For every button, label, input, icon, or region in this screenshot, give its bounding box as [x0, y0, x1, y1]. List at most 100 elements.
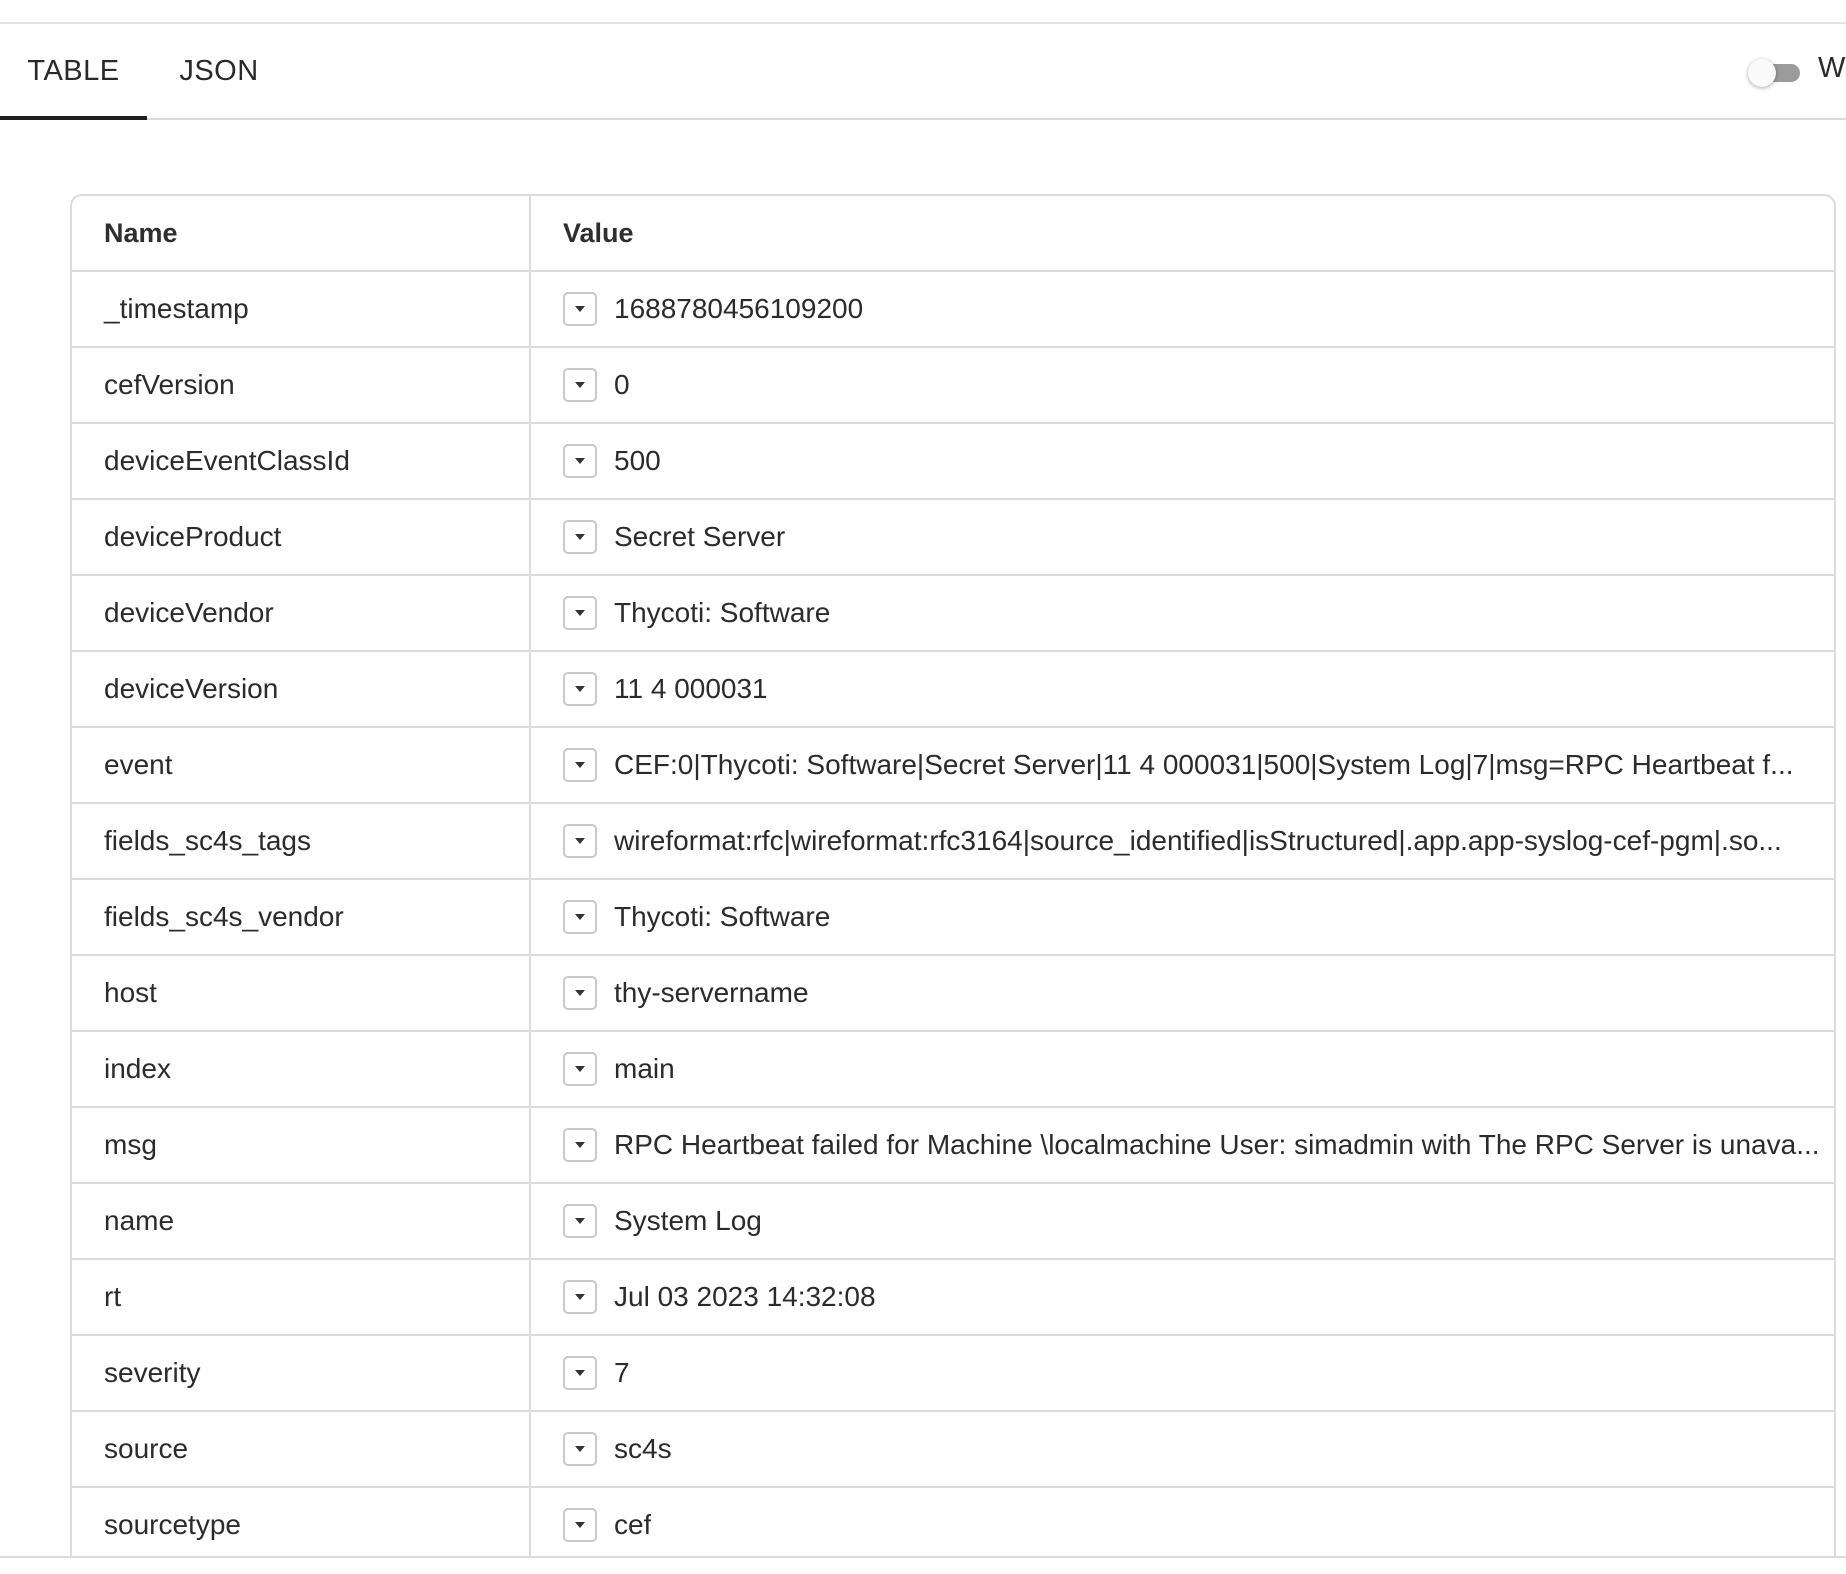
field-name: severity [72, 1335, 531, 1412]
view-tab-bar: TABLE JSON [0, 24, 1846, 120]
caret-down-icon [575, 914, 585, 920]
field-name: host [72, 955, 531, 1032]
field-actions-dropdown-button[interactable] [563, 824, 597, 858]
field-value-cell: 1688780456109200 [530, 271, 1834, 348]
field-actions-dropdown-button[interactable] [563, 1356, 597, 1390]
field-name: fields_sc4s_vendor [72, 879, 531, 956]
wrap-toggle-switch[interactable] [1748, 59, 1800, 87]
field-value-wrapper: 0 [563, 368, 1834, 402]
field-value-cell: main [530, 1031, 1834, 1108]
field-value-wrapper: thy-servername [563, 976, 1834, 1010]
table-row: deviceVendor Thycoti: Software [72, 575, 1834, 652]
table-row: deviceProduct Secret Server [72, 499, 1834, 576]
column-header-value: Value [530, 196, 1834, 272]
tab-table[interactable]: TABLE [0, 24, 147, 120]
field-value: thy-servername [614, 977, 809, 1008]
field-value-wrapper: sc4s [563, 1432, 1834, 1466]
field-actions-dropdown-button[interactable] [563, 596, 597, 630]
field-name: sourcetype [72, 1487, 531, 1558]
field-value: 500 [614, 445, 661, 476]
field-actions-dropdown-button[interactable] [563, 1052, 597, 1086]
field-actions-dropdown-button[interactable] [563, 1508, 597, 1542]
field-value: Thycoti: Software [614, 901, 831, 932]
field-value: main [614, 1053, 675, 1084]
field-value-cell: Thycoti: Software [530, 879, 1834, 956]
caret-down-icon [575, 1446, 585, 1452]
toggle-knob [1748, 59, 1776, 87]
field-value-wrapper: CEF:0|Thycoti: Software|Secret Server|11… [563, 748, 1834, 782]
field-value-cell: 7 [530, 1335, 1834, 1412]
field-value: 7 [614, 1357, 630, 1388]
field-name: msg [72, 1107, 531, 1184]
field-name: index [72, 1031, 531, 1108]
caret-down-icon [575, 534, 585, 540]
field-value-cell: CEF:0|Thycoti: Software|Secret Server|11… [530, 727, 1834, 804]
field-value: wireformat:rfc|wireformat:rfc3164|source… [614, 825, 1782, 856]
caret-down-icon [575, 1218, 585, 1224]
field-value-cell: System Log [530, 1183, 1834, 1260]
field-name: fields_sc4s_tags [72, 803, 531, 880]
field-value-wrapper: main [563, 1052, 1834, 1086]
field-actions-dropdown-button[interactable] [563, 1280, 597, 1314]
tab-json[interactable]: JSON [160, 24, 278, 118]
field-actions-dropdown-button[interactable] [563, 976, 597, 1010]
table-row: sourcetype cef [72, 1487, 1834, 1558]
field-value-cell: thy-servername [530, 955, 1834, 1032]
field-actions-dropdown-button[interactable] [563, 900, 597, 934]
field-value-cell: 500 [530, 423, 1834, 500]
field-actions-dropdown-button[interactable] [563, 1128, 597, 1162]
field-value-wrapper: 7 [563, 1356, 1834, 1390]
caret-down-icon [575, 762, 585, 768]
field-value-wrapper: 11 4 000031 [563, 672, 1834, 706]
table-row: severity 7 [72, 1335, 1834, 1412]
field-name: name [72, 1183, 531, 1260]
field-value-cell: wireformat:rfc|wireformat:rfc3164|source… [530, 803, 1834, 880]
field-actions-dropdown-button[interactable] [563, 1204, 597, 1238]
caret-down-icon [575, 838, 585, 844]
field-value-cell: Jul 03 2023 14:32:08 [530, 1259, 1834, 1336]
field-value-cell: 11 4 000031 [530, 651, 1834, 728]
field-actions-dropdown-button[interactable] [563, 368, 597, 402]
field-value-cell: Secret Server [530, 499, 1834, 576]
field-value-wrapper: 500 [563, 444, 1834, 478]
fields-table: Name Value _timestamp 1688780456109200 cef… [70, 194, 1836, 1558]
caret-down-icon [575, 610, 585, 616]
field-value-wrapper: wireformat:rfc|wireformat:rfc3164|source… [563, 824, 1834, 858]
field-name: rt [72, 1259, 531, 1336]
table-row: index main [72, 1031, 1834, 1108]
field-value-cell: RPC Heartbeat failed for Machine \localm… [530, 1107, 1834, 1184]
caret-down-icon [575, 1142, 585, 1148]
field-value-wrapper: Secret Server [563, 520, 1834, 554]
field-value: System Log [614, 1205, 762, 1236]
field-actions-dropdown-button[interactable] [563, 292, 597, 326]
field-value-cell: Thycoti: Software [530, 575, 1834, 652]
field-value-wrapper: 1688780456109200 [563, 292, 1834, 326]
table-row: fields_sc4s_tags wireformat:rfc|wireforma… [72, 803, 1834, 880]
caret-down-icon [575, 990, 585, 996]
table-row: msg RPC Heartbeat failed for Machine \loc… [72, 1107, 1834, 1184]
field-value-cell: cef [530, 1487, 1834, 1558]
field-actions-dropdown-button[interactable] [563, 520, 597, 554]
table-header-row: Name Value [72, 196, 1834, 272]
field-actions-dropdown-button[interactable] [563, 748, 597, 782]
field-name: deviceVersion [72, 651, 531, 728]
toggle-label: W [1818, 52, 1846, 84]
caret-down-icon [575, 458, 585, 464]
field-name: cefVersion [72, 347, 531, 424]
field-name: deviceVendor [72, 575, 531, 652]
field-name: deviceEventClassId [72, 423, 531, 500]
table-row: source sc4s [72, 1411, 1834, 1488]
field-value: 1688780456109200 [614, 293, 864, 324]
field-value-wrapper: Thycoti: Software [563, 596, 1834, 630]
field-actions-dropdown-button[interactable] [563, 1432, 597, 1466]
field-name: event [72, 727, 531, 804]
field-value: Thycoti: Software [614, 597, 831, 628]
field-value-wrapper: cef [563, 1508, 1834, 1542]
field-value-wrapper: System Log [563, 1204, 1834, 1238]
table-row: fields_sc4s_vendor Thycoti: Software [72, 879, 1834, 956]
field-value: CEF:0|Thycoti: Software|Secret Server|11… [614, 749, 1794, 780]
field-value: cef [614, 1509, 652, 1540]
field-actions-dropdown-button[interactable] [563, 444, 597, 478]
field-actions-dropdown-button[interactable] [563, 672, 597, 706]
caret-down-icon [575, 1066, 585, 1072]
